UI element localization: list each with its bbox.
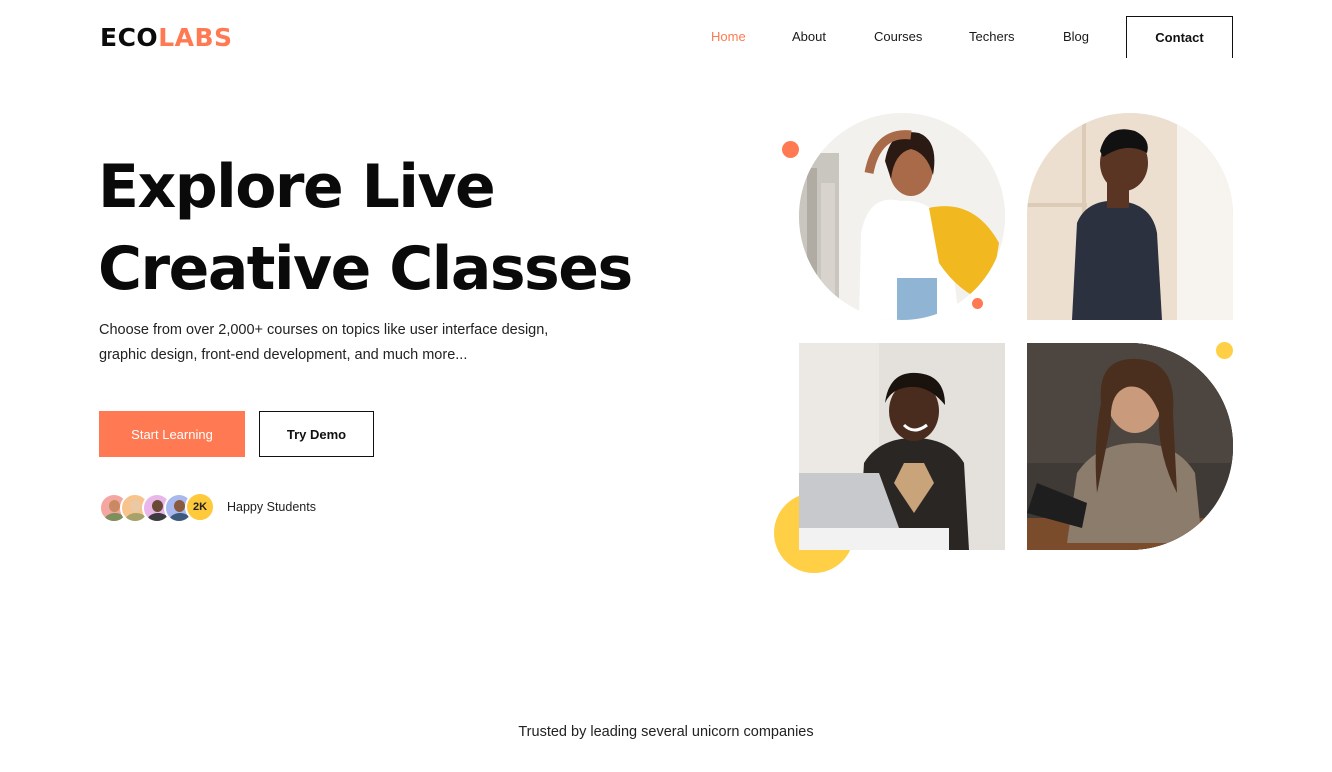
start-learning-button[interactable]: Start Learning bbox=[99, 411, 245, 457]
decor-dot-orange bbox=[782, 141, 799, 158]
trusted-by-text: Trusted by leading several unicorn compa… bbox=[518, 724, 814, 740]
try-demo-button[interactable]: Try Demo bbox=[259, 411, 374, 457]
students-count-badge: 2K bbox=[185, 492, 215, 522]
nav-item-courses[interactable]: Courses bbox=[874, 29, 922, 45]
student-avatars: 2K bbox=[99, 492, 219, 524]
nav-item-techers[interactable]: Techers bbox=[969, 29, 1015, 45]
student-photo-woman-notebook bbox=[1027, 343, 1233, 550]
student-photo-man-laptop bbox=[799, 343, 1005, 550]
decor-dot-yellow bbox=[1216, 342, 1233, 359]
nav-item-home[interactable]: Home bbox=[711, 29, 746, 45]
contact-button[interactable]: Contact bbox=[1126, 16, 1233, 58]
hero-subtitle-line1: Choose from over 2,000+ courses on topic… bbox=[99, 322, 549, 338]
hero-title-line2: Creative Classes bbox=[98, 234, 633, 304]
nav-item-blog[interactable]: Blog bbox=[1063, 29, 1089, 45]
happy-students-label: Happy Students bbox=[227, 500, 316, 514]
hero-title-line1: Explore Live bbox=[98, 152, 496, 222]
top-nav: Home About Courses Techers Blog Contact bbox=[0, 0, 1332, 74]
hero-subtitle: Choose from over 2,000+ courses on topic… bbox=[99, 318, 619, 368]
nav-item-about[interactable]: About bbox=[792, 29, 826, 45]
decor-dot-orange-small bbox=[972, 298, 983, 309]
student-photo-man-standing bbox=[1027, 113, 1233, 320]
student-photo-woman-backpack bbox=[799, 113, 1005, 320]
hero-title: Explore Live Creative Classes bbox=[98, 146, 658, 310]
hero-subtitle-line2: graphic design, front-end development, a… bbox=[99, 347, 468, 363]
